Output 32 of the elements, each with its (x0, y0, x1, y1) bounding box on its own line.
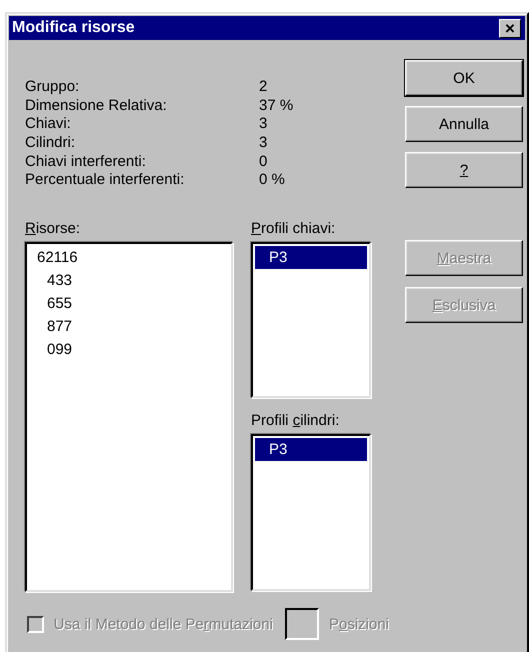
list-label: Profili chiavi: (251, 220, 336, 238)
profile-list[interactable]: P3 (251, 242, 371, 398)
stat-value: 3 (259, 134, 268, 153)
profile-list[interactable]: P3 (251, 434, 371, 591)
stat-label: Cilindri: (25, 134, 76, 153)
stat-value: 0 (259, 152, 268, 172)
stat-value: 37 % (259, 96, 294, 116)
tree-item[interactable]: 655 (29, 292, 229, 315)
field-label: Posizioni (328, 616, 389, 632)
tree-item[interactable]: 62116 (29, 246, 229, 269)
resource-tree[interactable]: 62116 433 655 877 099 (25, 242, 233, 592)
stat-label: Chiavi interferenti: (25, 152, 147, 172)
list-label: Profili cilindri: (251, 412, 340, 430)
tree-item[interactable]: 099 (29, 338, 229, 361)
dialog-button[interactable]: Annulla (405, 106, 523, 142)
window-title: Modifica risorse (12, 19, 135, 37)
stat-label: Gruppo: (25, 78, 80, 97)
dialog-button[interactable]: ? (405, 152, 523, 188)
stat-value: 3 (259, 115, 268, 134)
tree-item[interactable]: 877 (29, 315, 229, 338)
stat-value: 0 % (259, 171, 286, 190)
stat-label: Chiavi: (25, 115, 72, 134)
checkbox-label: Usa il Metodo delle Permutazioni (54, 616, 273, 632)
close-button[interactable]: × (499, 18, 521, 38)
list-item[interactable]: P3 (255, 438, 367, 461)
stat-label: Percentuale interferenti: (25, 171, 186, 190)
stat-label: Dimensione Relativa: (25, 96, 168, 116)
list-item[interactable]: P3 (255, 246, 367, 269)
dialog-button[interactable]: OK (405, 60, 523, 96)
tree-item[interactable]: 433 (29, 269, 229, 292)
stat-value: 2 (259, 78, 268, 97)
list-label: Risorse: (25, 220, 82, 238)
